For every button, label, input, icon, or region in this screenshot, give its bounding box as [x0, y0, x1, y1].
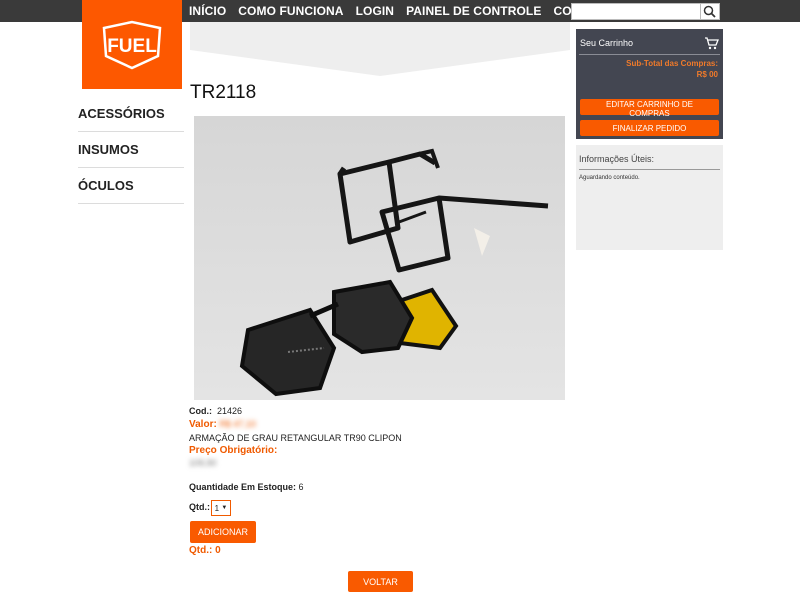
useful-info-content: Aguardando conteúdo. [579, 175, 640, 181]
cart-title: Seu Carrinho [580, 38, 634, 48]
divider [579, 54, 720, 55]
cart-subtotal-label: Sub-Total das Compras: [626, 59, 718, 68]
nav-link-inicio[interactable]: INÍCIO [189, 4, 226, 18]
product-price-label: Valor: [189, 419, 217, 430]
product-code-label: Cod.: [189, 406, 212, 416]
mandatory-price-label-row: Preço Obrigatório: [189, 445, 277, 456]
cart-subtotal-value: R$ 00 [696, 70, 718, 79]
sidebar-item-label: ÓCULOS [78, 178, 134, 193]
stock-row: Quantidade Em Estoque: 6 [189, 482, 304, 492]
edit-cart-button[interactable]: EDITAR CARRINHO DE COMPRAS [580, 99, 719, 118]
fuel-logo[interactable]: FUEL [82, 0, 182, 89]
chevron-down-icon: ▼ [221, 505, 228, 511]
sidebar-item-label: ACESSÓRIOS [78, 106, 165, 121]
divider [579, 169, 720, 170]
search-button[interactable] [700, 3, 720, 20]
mandatory-price-value: 109,90 [189, 458, 217, 468]
main-nav: INÍCIO COMO FUNCIONA LOGIN PAINEL DE CON… [189, 0, 623, 22]
header-banner [190, 22, 570, 76]
search-input[interactable] [571, 3, 702, 20]
logo-text: FUEL [107, 36, 157, 57]
mandatory-price-value-row: 109,90 [189, 458, 217, 468]
quantity-label: Qtd.: [189, 502, 210, 512]
back-button[interactable]: VOLTAR [348, 571, 413, 592]
product-price-row: Valor: R$ 47,10 [189, 419, 256, 430]
fuel-logo-emblem: FUEL [102, 20, 162, 69]
stock-label: Quantidade Em Estoque: [189, 482, 297, 492]
sidebar-item-acessorios[interactable]: ACESSÓRIOS [78, 96, 184, 132]
quantity-select[interactable]: 1 ▼ [211, 500, 231, 516]
stock-value: 6 [298, 482, 304, 492]
product-code-value: 21426 [217, 406, 243, 416]
product-price-value: R$ 47,10 [219, 419, 256, 429]
useful-info-panel: Informações Úteis: Aguardando conteúdo. [576, 145, 723, 250]
mandatory-price-label: Preço Obrigatório: [189, 445, 278, 456]
sidebar-item-label: INSUMOS [78, 142, 139, 157]
search-icon [703, 5, 716, 18]
category-sidebar: ACESSÓRIOS INSUMOS ÓCULOS [78, 96, 184, 204]
quantity-selected-value: 1 [214, 503, 220, 513]
product-description: ARMAÇÃO DE GRAU RETANGULAR TR90 CLIPON [189, 433, 402, 443]
quantity-total-row: Qtd.: 0 [189, 545, 221, 556]
quantity-row: Qtd.: [189, 502, 210, 512]
sidebar-item-insumos[interactable]: INSUMOS [78, 132, 184, 168]
nav-link-login[interactable]: LOGIN [356, 4, 395, 18]
product-code-row: Cod.: 21426 [189, 406, 242, 416]
nav-link-como-funciona[interactable]: COMO FUNCIONA [238, 4, 343, 18]
cart-panel: Seu Carrinho Sub-Total das Compras: R$ 0… [576, 29, 723, 139]
add-to-cart-button[interactable]: ADICIONAR [190, 521, 256, 543]
product-title: TR2118 [190, 82, 257, 103]
nav-link-painel-de-controle[interactable]: PAINEL DE CONTROLE [406, 4, 541, 18]
finish-order-button[interactable]: FINALIZAR PEDIDO [580, 120, 719, 136]
sidebar-item-oculos[interactable]: ÓCULOS [78, 168, 184, 204]
quantity-total: Qtd.: 0 [189, 545, 221, 556]
shopping-cart-icon[interactable] [704, 37, 719, 50]
useful-info-title: Informações Úteis: [579, 154, 655, 164]
product-image [194, 116, 565, 400]
